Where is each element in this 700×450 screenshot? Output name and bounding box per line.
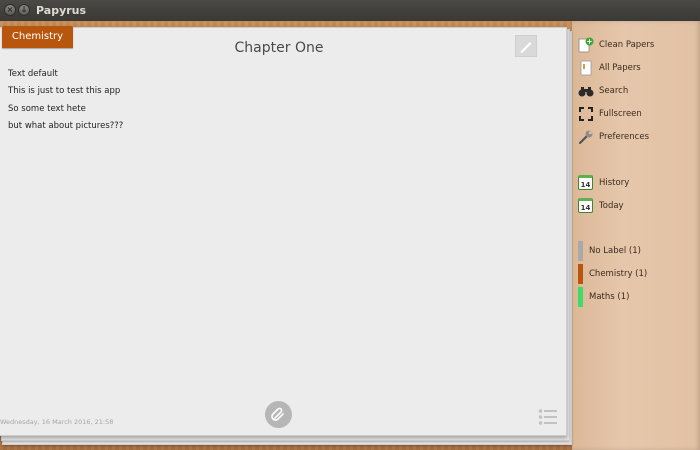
- sidebar-item-history[interactable]: 14 History: [578, 174, 629, 192]
- label-name: No Label (1): [589, 246, 641, 256]
- note-body[interactable]: Text default This is just to test this a…: [8, 66, 123, 135]
- calendar-icon: 14: [578, 175, 594, 191]
- sidebar-item-label: All Papers: [599, 63, 641, 73]
- label-color-swatch: [578, 264, 583, 284]
- sidebar-item-label: Fullscreen: [599, 109, 642, 119]
- note-date: Wednesday, 16 March 2016, 21:58: [0, 418, 114, 426]
- sidebar-item-label: Clean Papers: [599, 40, 655, 50]
- window-title: Papyrus: [36, 4, 87, 17]
- label-name: Chemistry (1): [589, 269, 648, 279]
- sidebar-label-maths[interactable]: Maths (1): [578, 287, 629, 307]
- label-color-swatch: [578, 287, 583, 307]
- sidebar-item-label: Search: [599, 86, 629, 96]
- attachment-button[interactable]: [265, 401, 292, 428]
- sidebar-item-clean-papers[interactable]: Clean Papers: [578, 36, 654, 54]
- sidebar-item-search[interactable]: Search: [578, 82, 628, 100]
- sidebar-item-today[interactable]: 14 Today: [578, 197, 624, 215]
- edit-icon[interactable]: [515, 35, 537, 57]
- sidebar-label-chemistry[interactable]: Chemistry (1): [578, 264, 647, 284]
- close-icon[interactable]: ×: [4, 4, 16, 16]
- clean-papers-icon: [578, 37, 594, 53]
- note-line: This is just to test this app: [8, 86, 121, 97]
- note-line: but what about pictures???: [8, 120, 124, 131]
- wrench-icon: [578, 129, 594, 145]
- label-name: Maths (1): [589, 292, 630, 302]
- minimize-icon[interactable]: ↓: [18, 4, 30, 16]
- sidebar-item-preferences[interactable]: Preferences: [578, 128, 649, 146]
- all-papers-icon: [578, 60, 594, 76]
- sidebar-item-label: History: [599, 178, 630, 188]
- calendar-icon: 14: [578, 198, 594, 214]
- note-line: So some text hete: [8, 103, 86, 114]
- paperclip-icon: [271, 407, 284, 421]
- sidebar-item-label: Today: [599, 201, 624, 211]
- sidebar-label-no-label[interactable]: No Label (1): [578, 241, 641, 261]
- list-icon[interactable]: [538, 408, 558, 426]
- note-line: Text default: [8, 69, 58, 79]
- binoculars-icon: [578, 83, 594, 99]
- sidebar-item-all-papers[interactable]: All Papers: [578, 59, 641, 77]
- note-title[interactable]: Chapter One: [0, 40, 558, 56]
- label-color-swatch: [578, 241, 583, 261]
- sidebar-item-label: Preferences: [599, 132, 649, 142]
- sidebar-item-fullscreen[interactable]: Fullscreen: [578, 105, 642, 123]
- fullscreen-icon: [578, 106, 594, 122]
- title-bar: × ↓ Papyrus: [0, 0, 700, 21]
